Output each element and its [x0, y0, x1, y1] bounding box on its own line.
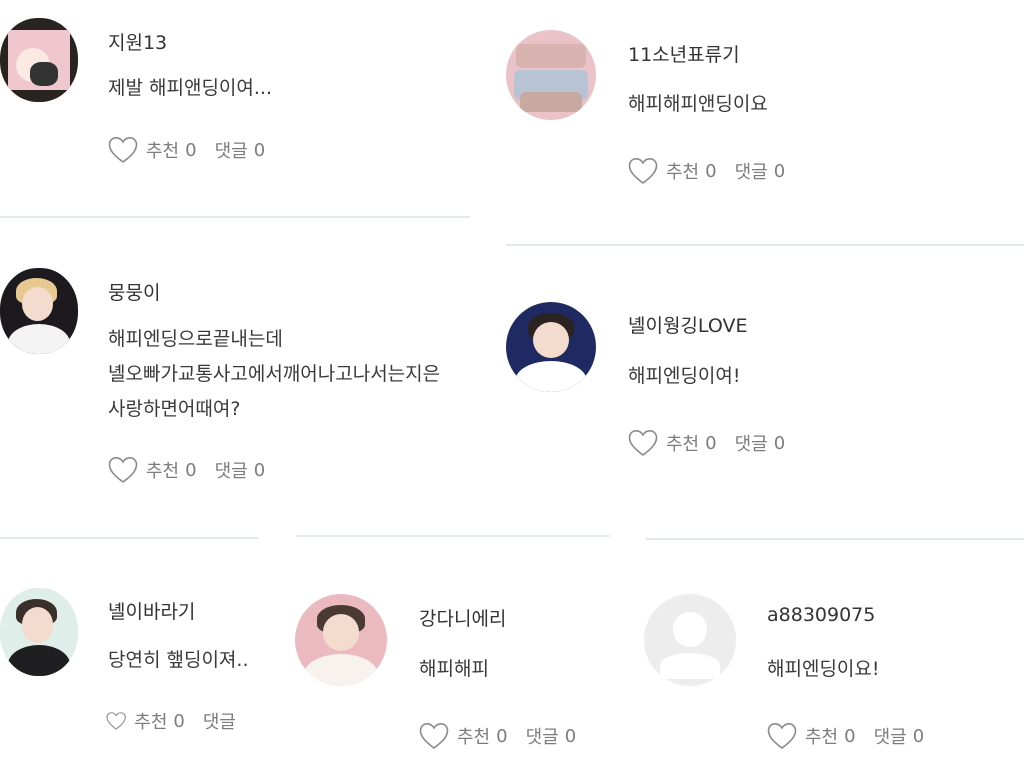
- user-avatar[interactable]: [506, 30, 596, 120]
- reply-count: 0: [253, 139, 266, 161]
- recommend-count: 0: [496, 725, 508, 747]
- heart-outline-icon[interactable]: [108, 136, 138, 164]
- comment-line: 해피엔딩으로끝내는데: [108, 328, 283, 350]
- comment-feed: 지원13 제발 해피앤딩이여... 추천 0 댓글 0 11소년표류기 해피해피…: [0, 0, 1024, 768]
- comment-actions: 추천 0 댓글 0: [767, 722, 942, 750]
- comment-actions: 추천 0 댓글 0: [108, 456, 283, 484]
- recommend-label[interactable]: 추천: [146, 457, 179, 483]
- reply-label[interactable]: 댓글: [735, 430, 768, 456]
- username[interactable]: 뭉뭉이: [108, 278, 160, 305]
- reply-label[interactable]: 댓글: [215, 137, 248, 163]
- username[interactable]: a88309075: [767, 604, 875, 626]
- comment-line: 해피해피앤딩이요: [628, 93, 768, 115]
- reply-count: 0: [773, 432, 786, 454]
- username[interactable]: 녤이웡깅LOVE: [628, 311, 747, 338]
- username[interactable]: 지원13: [108, 28, 167, 55]
- divider: [646, 538, 1024, 540]
- comment-line: 해피엔딩이요!: [767, 658, 880, 680]
- divider: [506, 244, 1024, 246]
- heart-outline-icon[interactable]: [106, 707, 126, 735]
- recommend-count: 0: [185, 459, 197, 481]
- username[interactable]: 11소년표류기: [628, 40, 740, 67]
- comment-actions: 추천 0 댓글 0: [628, 157, 803, 185]
- user-avatar[interactable]: [0, 18, 78, 102]
- heart-outline-icon[interactable]: [108, 456, 138, 484]
- recommend-label[interactable]: 추천: [134, 708, 167, 734]
- divider: [296, 535, 610, 537]
- reply-count: 0: [564, 725, 577, 747]
- reply-label[interactable]: 댓글: [735, 158, 768, 184]
- comment-line: 당연히 햎딩이져..: [108, 649, 249, 671]
- user-avatar[interactable]: [506, 302, 596, 392]
- divider: [0, 216, 470, 218]
- reply-label[interactable]: 댓글: [526, 723, 559, 749]
- heart-outline-icon[interactable]: [628, 157, 658, 185]
- comment-line: 녤오빠가교통사고에서깨어나고나서는지은: [108, 363, 441, 385]
- username[interactable]: 녤이바라기: [108, 597, 195, 624]
- username[interactable]: 강다니에리: [419, 604, 506, 631]
- reply-label[interactable]: 댓글: [874, 723, 907, 749]
- comment-actions: 추천 0 댓글 0: [108, 136, 283, 164]
- comment-line: 사랑하면어때여?: [108, 398, 241, 420]
- comment-text: 당연히 햎딩이져..: [108, 643, 260, 678]
- recommend-label[interactable]: 추천: [666, 158, 699, 184]
- recommend-label[interactable]: 추천: [805, 723, 838, 749]
- heart-outline-icon[interactable]: [628, 429, 658, 457]
- recommend-count: 0: [705, 432, 717, 454]
- reply-count: 0: [912, 725, 925, 747]
- comment-actions: 추천 0 댓글 0: [628, 429, 803, 457]
- heart-outline-icon[interactable]: [419, 722, 449, 750]
- recommend-label[interactable]: 추천: [457, 723, 490, 749]
- comment-text: 해피해피앤딩이요: [628, 87, 768, 122]
- default-user-icon[interactable]: [644, 594, 736, 686]
- recommend-count: 0: [173, 710, 185, 732]
- comment-actions: 추천 0 댓글 0: [419, 722, 594, 750]
- heart-outline-icon[interactable]: [767, 722, 797, 750]
- comment-line: 해피엔딩이여!: [628, 365, 741, 387]
- divider: [0, 537, 258, 539]
- reply-count: 0: [253, 459, 266, 481]
- comment-text: 해피해피: [419, 652, 489, 687]
- recommend-count: 0: [185, 139, 197, 161]
- comment-text: 해피엔딩이요!: [767, 652, 880, 687]
- recommend-label[interactable]: 추천: [666, 430, 699, 456]
- recommend-count: 0: [844, 725, 856, 747]
- user-avatar[interactable]: [295, 594, 387, 686]
- user-avatar[interactable]: [0, 588, 78, 676]
- reply-label[interactable]: 댓글: [203, 708, 236, 734]
- user-avatar[interactable]: [0, 268, 78, 354]
- recommend-count: 0: [705, 160, 717, 182]
- reply-label[interactable]: 댓글: [215, 457, 248, 483]
- comment-line: 제발 해피앤딩이여...: [108, 77, 272, 99]
- reply-count: 0: [773, 160, 786, 182]
- comment-line: 해피해피: [419, 658, 489, 680]
- recommend-label[interactable]: 추천: [146, 137, 179, 163]
- comment-text: 해피엔딩으로끝내는데 녤오빠가교통사고에서깨어나고나서는지은 사랑하면어때여?: [108, 322, 470, 427]
- comment-text: 제발 해피앤딩이여...: [108, 71, 272, 106]
- comment-text: 해피엔딩이여!: [628, 359, 741, 394]
- comment-actions: 추천 0 댓글: [106, 707, 260, 735]
